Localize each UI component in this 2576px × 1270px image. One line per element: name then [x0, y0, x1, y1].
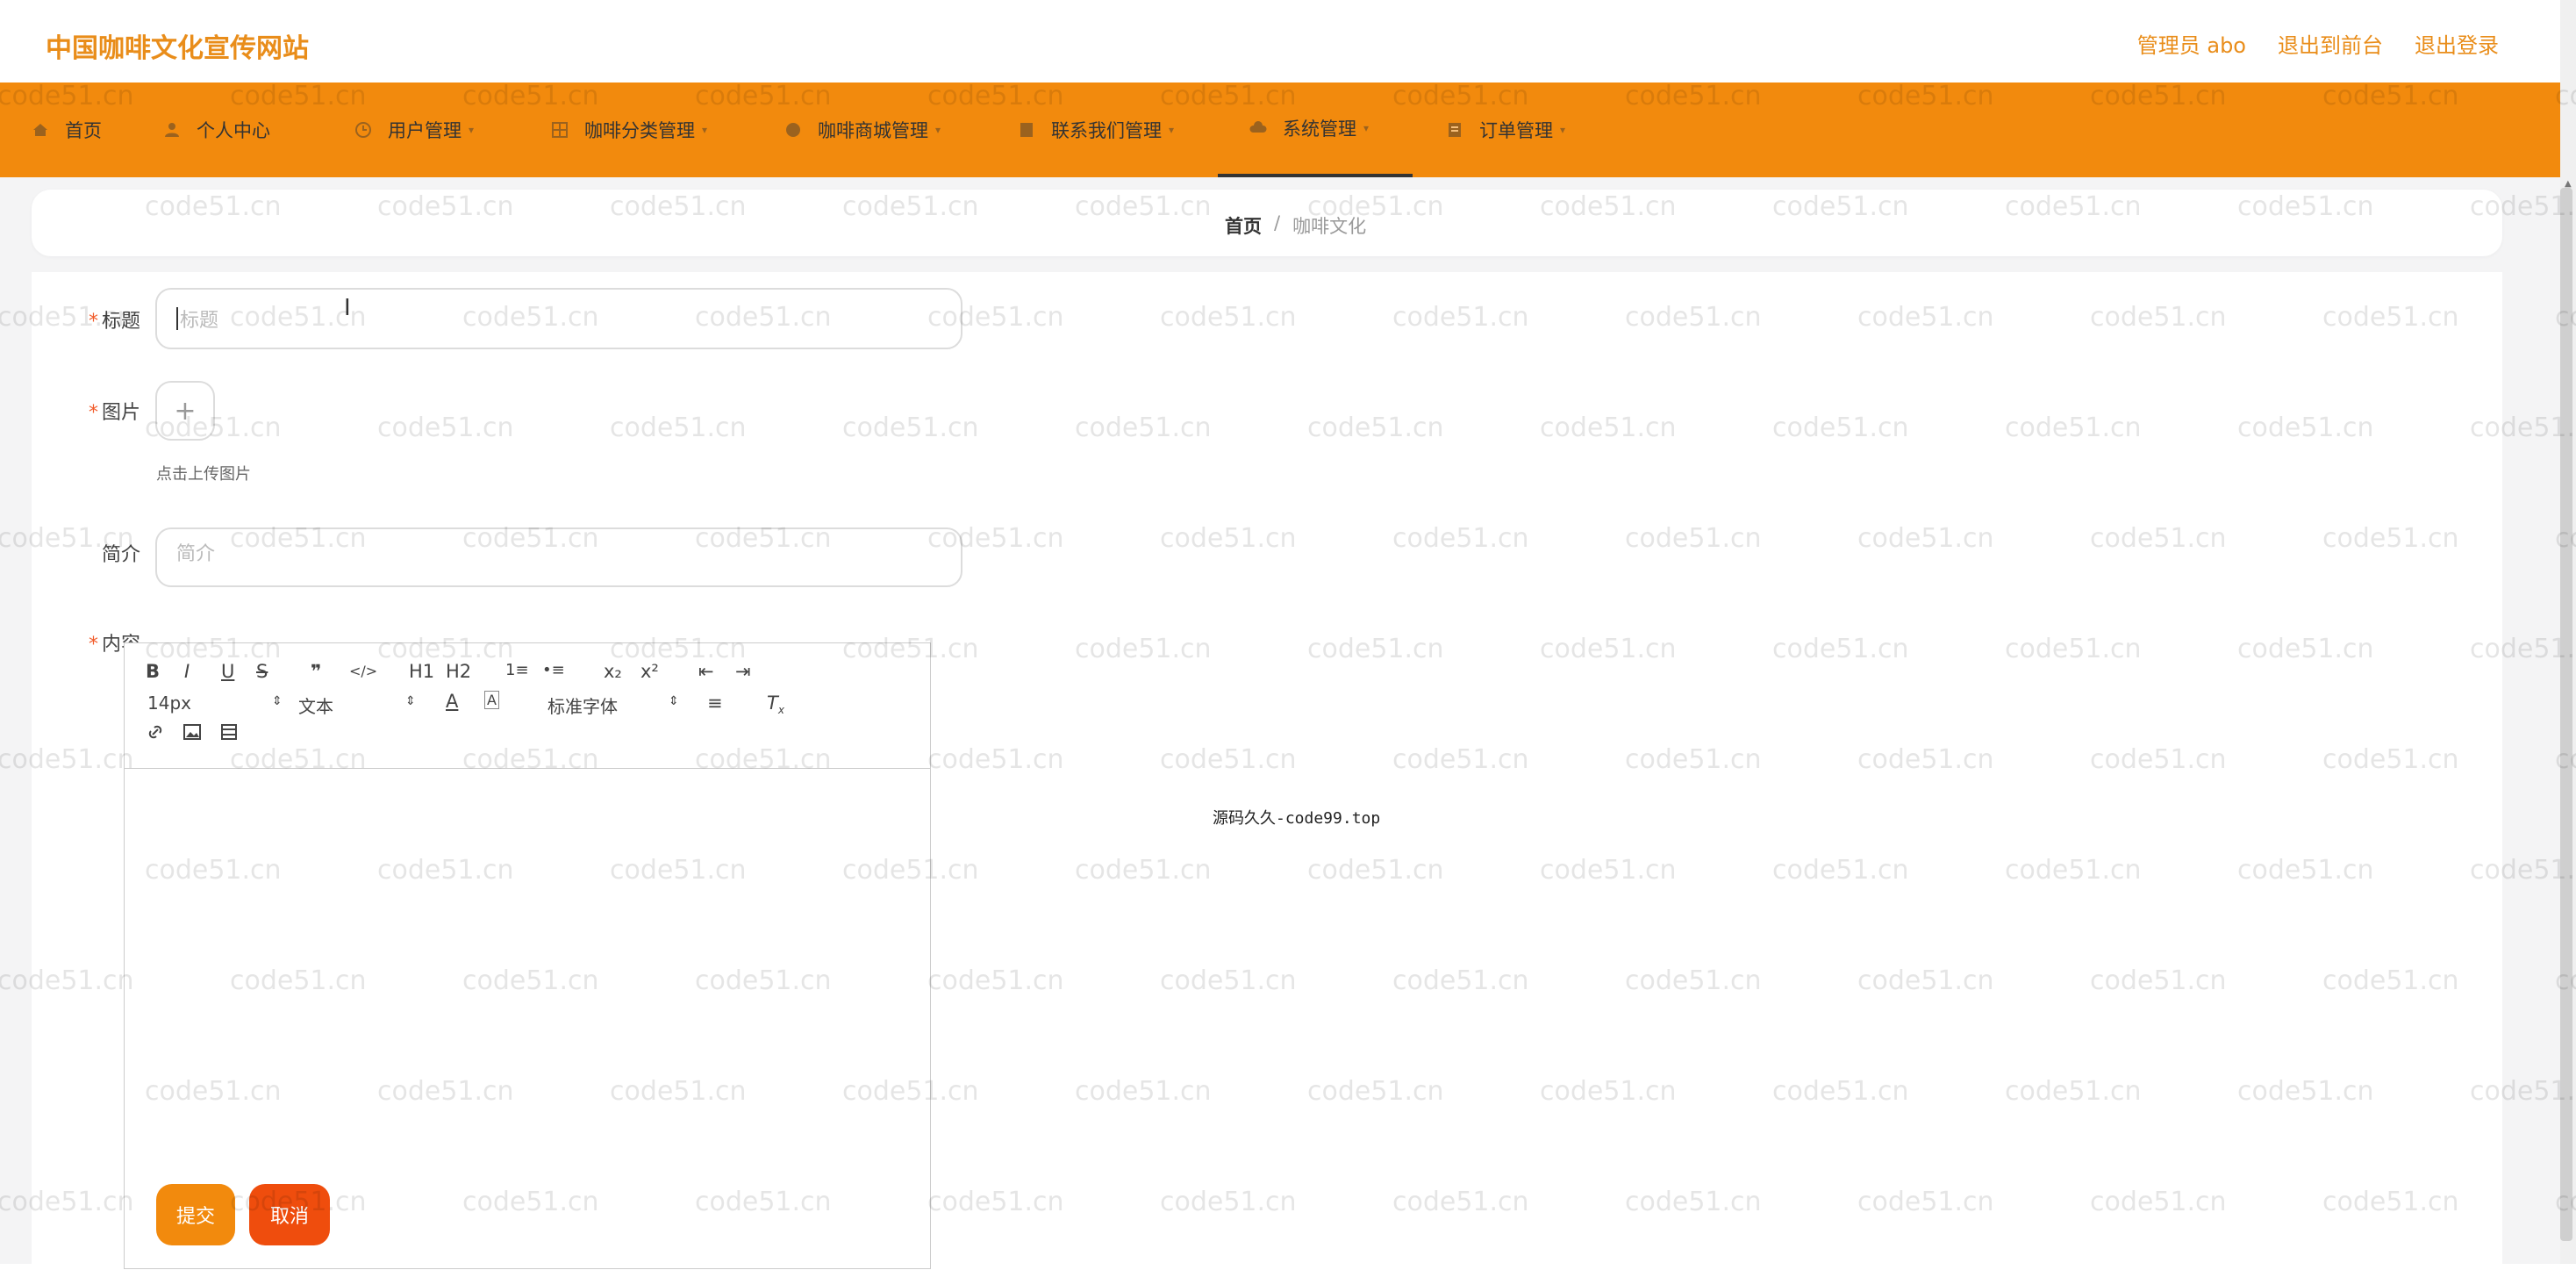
admin-user-link[interactable]: 管理员 abo [2137, 28, 2246, 59]
title-input[interactable]: 标题 [155, 288, 962, 349]
nav-user-manage-label: 用户管理 [388, 120, 462, 141]
font-size-value: 14px [147, 692, 191, 714]
top-links: 管理员 abo 退出到前台 退出登录 [2137, 28, 2499, 59]
format-value: 文本 [298, 696, 333, 717]
chevron-down-icon: ▾ [469, 124, 475, 136]
format-select[interactable]: 文本 ⇕ [298, 692, 416, 718]
nav-contact-label: 联系我们管理 [1051, 120, 1162, 141]
title-placeholder: 标题 [180, 310, 219, 332]
chevron-down-icon: ▾ [1169, 124, 1175, 136]
align-icon[interactable]: ≡ [707, 692, 723, 714]
image-label: * 图片 [88, 402, 140, 424]
chevron-down-icon: ▾ [1560, 124, 1566, 136]
underline-button[interactable]: U [221, 661, 234, 682]
summary-textarea[interactable]: 简介 [155, 527, 962, 587]
image-upload-button[interactable]: + [155, 381, 215, 441]
summary-label: 简介 [101, 544, 140, 566]
upload-hint: 点击上传图片 [156, 465, 251, 484]
user-icon [163, 121, 181, 139]
plus-icon: + [174, 395, 197, 427]
nav-coffee-shop[interactable]: 咖啡商城管理 ▾ [784, 83, 941, 177]
chevron-down-icon: ▾ [1363, 122, 1370, 134]
indent-button[interactable]: ⇥ [735, 661, 751, 682]
breadcrumb-card: 首页 / 咖啡文化 [32, 190, 2502, 256]
select-arrows-icon: ⇕ [272, 694, 283, 708]
title-label: * 标题 [88, 311, 140, 333]
list-icon [1446, 121, 1463, 139]
bold-button[interactable]: B [146, 661, 160, 682]
cancel-button[interactable]: 取消 [249, 1184, 330, 1245]
text-cursor-icon: I [344, 295, 351, 321]
breadcrumb-home[interactable]: 首页 [1225, 212, 1262, 239]
home-icon [32, 121, 49, 139]
main-nav: 首页 个人中心 用户管理 ▾ 咖啡分类管理 ▾ 咖啡商城管理 ▾ 联系我们管理 ▾ 系统… [0, 83, 2560, 177]
superscript-button[interactable]: x² [640, 661, 659, 682]
required-marker: * [88, 634, 98, 656]
nav-profile-label: 个人中心 [197, 120, 270, 141]
background-color-button[interactable]: A [484, 691, 499, 709]
exit-to-front-link[interactable]: 退出到前台 [2278, 28, 2383, 59]
nav-user-manage[interactable]: 用户管理 ▾ [354, 83, 474, 177]
font-size-select[interactable]: 14px ⇕ [147, 692, 283, 714]
nav-coffee-category-label: 咖啡分类管理 [584, 120, 695, 141]
chevron-down-icon: ▾ [935, 124, 941, 136]
nav-orders[interactable]: 订单管理 ▾ [1446, 83, 1565, 177]
doc-icon [1018, 121, 1035, 139]
logout-link[interactable]: 退出登录 [2415, 28, 2499, 59]
cloud-icon [1249, 119, 1267, 137]
page-scrollbar[interactable]: ▲ [2560, 0, 2576, 1264]
clock-icon [354, 121, 372, 139]
breadcrumb-current: 咖啡文化 [1292, 216, 1367, 237]
chevron-down-icon: ▾ [702, 124, 708, 136]
top-header: 中国咖啡文化宣传网站 管理员 abo 退出到前台 退出登录 [0, 0, 2560, 83]
font-color-button[interactable]: A [446, 691, 458, 712]
strike-button[interactable]: S [256, 661, 268, 682]
font-family-select[interactable]: 标准字体 ⇕ [547, 692, 679, 718]
outdent-button[interactable]: ⇤ [698, 661, 714, 682]
overlay-source-text: 源码久久-code99.top [1213, 809, 1381, 828]
quote-button[interactable]: ❞ [311, 661, 321, 682]
breadcrumb-separator: / [1274, 212, 1281, 233]
image-icon[interactable] [182, 722, 202, 746]
video-icon[interactable] [219, 722, 239, 746]
nav-system[interactable]: 系统管理 ▾ [1218, 83, 1413, 177]
nav-contact[interactable]: 联系我们管理 ▾ [1018, 83, 1174, 177]
submit-button[interactable]: 提交 [156, 1184, 235, 1245]
nav-profile[interactable]: 个人中心 [163, 83, 270, 177]
select-arrows-icon: ⇕ [405, 694, 416, 708]
summary-placeholder: 简介 [176, 543, 216, 565]
grid-icon [551, 121, 569, 139]
bullet-list-button[interactable]: •≡ [542, 661, 565, 679]
nav-coffee-category[interactable]: 咖啡分类管理 ▾ [551, 83, 707, 177]
ordered-list-button[interactable]: 1≡ [505, 661, 529, 679]
subscript-button[interactable]: x₂ [604, 661, 622, 682]
h2-button[interactable]: H2 [446, 661, 471, 682]
required-marker: * [88, 402, 98, 424]
scrollbar-thumb[interactable] [2560, 188, 2572, 1241]
link-icon[interactable] [146, 722, 165, 746]
editor-body[interactable] [125, 768, 930, 1270]
font-family-value: 标准字体 [547, 696, 618, 717]
editor-toolbar: B I U S ❞ </> H1 H2 1≡ •≡ x₂ x² ⇤ ⇥ 14px… [125, 643, 930, 769]
rich-text-editor: B I U S ❞ </> H1 H2 1≡ •≡ x₂ x² ⇤ ⇥ 14px… [124, 642, 931, 1269]
select-arrows-icon: ⇕ [669, 694, 679, 708]
required-marker: * [88, 311, 98, 333]
nav-home[interactable]: 首页 [32, 83, 102, 177]
nav-home-label: 首页 [65, 120, 102, 141]
nav-coffee-shop-label: 咖啡商城管理 [818, 120, 928, 141]
code-button[interactable]: </> [349, 663, 377, 679]
clear-format-icon[interactable]: Tx [767, 692, 784, 716]
site-title: 中国咖啡文化宣传网站 [46, 33, 309, 64]
italic-button[interactable]: I [184, 661, 190, 682]
nav-system-label: 系统管理 [1283, 118, 1356, 140]
circle-icon [784, 121, 802, 139]
nav-orders-label: 订单管理 [1479, 120, 1553, 141]
h1-button[interactable]: H1 [409, 661, 434, 682]
breadcrumb: 首页 / 咖啡文化 [1225, 212, 1366, 239]
